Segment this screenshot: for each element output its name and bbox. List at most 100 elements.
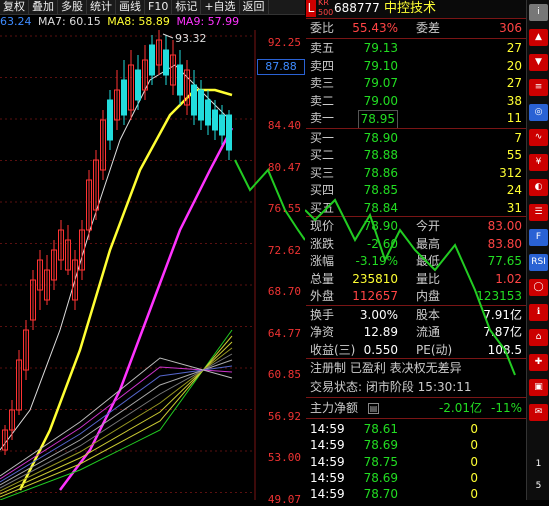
quote-value-2: 1.02 [495, 271, 522, 286]
ma-white-line [0, 64, 231, 451]
badge-500: 500 [318, 8, 334, 17]
candle-body [198, 89, 204, 121]
tick-row: 14:59 78.69 0 [306, 437, 526, 454]
tick-row: 14:59 78.75 0 [306, 454, 526, 471]
fund-row: 净资 12.89 流通 7.87亿 [306, 324, 526, 341]
bid-label: 买一 [310, 131, 335, 145]
fund-row: 换手 3.00% 股本 7.91亿 [306, 307, 526, 324]
quote-row: 外盘 112657 内盘 123153 [306, 288, 526, 305]
sidebar-number[interactable]: 1 [529, 456, 548, 473]
info-icon[interactable]: ℹ [529, 304, 548, 321]
fund-value: 0.550 [363, 342, 398, 357]
toolbar-stats-button[interactable]: 统计 [87, 0, 116, 14]
candle-body [149, 44, 155, 76]
main-flow-label: 主力净额 [310, 401, 359, 415]
ask-row: 卖四 79.10 20 [306, 58, 526, 75]
ask-price: 79.13 [363, 41, 398, 55]
price-tick-label: 64.77 [267, 326, 301, 340]
nav-down-icon[interactable]: ▼ [529, 54, 548, 71]
toolbar-fuquan-button[interactable]: 复权 [0, 0, 29, 14]
mail-icon[interactable]: ✉ [529, 404, 548, 421]
quote-label: 涨跌 [310, 236, 335, 251]
main-flow-value: -2.01亿 [438, 401, 482, 415]
stock-name: 中控技术 [384, 1, 437, 16]
bid-row: 买五 78.84 31 [306, 200, 526, 217]
tick-price: 78.61 [363, 422, 398, 436]
bid-volume: 31 [506, 200, 522, 215]
quote-row: 现价 78.90 今开 83.00 [306, 218, 526, 235]
bid-row: 买四 78.85 24 [306, 182, 526, 199]
price-tick-label: 72.62 [267, 243, 301, 257]
quote-value-2: 77.65 [487, 254, 522, 269]
i-icon[interactable]: i [529, 4, 548, 21]
sidebar-number[interactable]: 5 [529, 478, 548, 495]
square-icon[interactable]: ▣ [529, 379, 548, 396]
notice-row: 注册制 已盈利 表决权无差异 [306, 360, 526, 377]
price-tick-label: 76.55 [267, 202, 301, 215]
nav-up-icon[interactable]: ▲ [529, 29, 548, 46]
bid-row: 买二 78.88 55 [306, 147, 526, 164]
price-tick-label: 84.40 [267, 119, 301, 132]
fund-value: 12.89 [363, 325, 398, 340]
right-sidebar: i ▲ ▼ ≡ ◎ ∿ ¥ ◐ ☰ F RSI ◯ ℹ ⌂ ✚ ▣ ✉ 1 5 [526, 0, 549, 500]
money-icon[interactable]: ¥ [529, 154, 548, 171]
price-tick-label: 56.92 [267, 409, 301, 423]
ask-volume: 27 [506, 76, 522, 91]
tick-row: 14:59 78.69 0 [306, 470, 526, 487]
fund-value-2: 7.87亿 [483, 325, 522, 340]
bid-row: 买一 78.90 7 [306, 130, 526, 147]
toolbar-draw-button[interactable]: 画线 [116, 0, 145, 14]
quote-label-2: 今开 [416, 219, 441, 233]
main-flow-expand-icon[interactable]: ▤ [368, 403, 379, 414]
bid-price: 78.85 [363, 183, 398, 198]
bid-volume: 7 [514, 131, 522, 145]
toolbar-f10-button[interactable]: F10 [145, 0, 173, 14]
tick-volume: 0 [470, 438, 478, 453]
trade-status-text: 交易状态: 闭市阶段 15:30:11 [310, 380, 472, 394]
menu-icon[interactable]: ≡ [529, 79, 548, 96]
chart-icon[interactable]: ∿ [529, 129, 548, 146]
list-icon[interactable]: ☰ [529, 204, 548, 221]
tick-volume: 0 [470, 487, 478, 502]
tick-row: 14:59 78.61 0 [306, 421, 526, 438]
quote-value-2: 83.80 [487, 236, 522, 251]
fund-label-2: PE(动) [416, 342, 453, 357]
quote-value: 78.90 [363, 219, 398, 233]
rsi-icon[interactable]: RSI [529, 254, 548, 271]
tick-row: 14:59 78.70 0 [306, 486, 526, 503]
price-axis: 92.2588.3484.4080.4776.5572.6268.7064.77… [255, 0, 305, 506]
pin-icon[interactable]: ✚ [529, 354, 548, 371]
price-tick-label: 49.07 [267, 492, 301, 506]
bid-volume: 24 [506, 183, 522, 198]
macd-icon[interactable]: F [529, 229, 548, 246]
weicha-label: 委差 [416, 21, 441, 35]
bid-label: 买四 [310, 183, 335, 198]
quote-label: 总量 [310, 271, 335, 286]
ask-label: 卖二 [310, 93, 335, 108]
circle-icon[interactable]: ◯ [529, 279, 548, 296]
toolbar-multi-stock-button[interactable]: 多股 [58, 0, 87, 14]
candle-body [226, 114, 232, 151]
ma-fan-line [0, 365, 233, 483]
bookmark-icon[interactable]: ⌂ [529, 329, 548, 346]
price-tick-label: 92.25 [267, 36, 301, 49]
ask-price: 79.07 [363, 76, 398, 91]
fund-value-2: 7.91亿 [483, 308, 522, 322]
bid-price: 78.90 [363, 131, 398, 145]
bid-price: 78.88 [363, 148, 398, 163]
globe-icon[interactable]: ◎ [529, 104, 548, 121]
price-tick-label: 80.47 [267, 160, 301, 174]
quote-value: 235810 [352, 271, 398, 286]
toolbar-add-watchlist-button[interactable]: +自选 [201, 0, 240, 14]
tick-price: 78.69 [363, 470, 398, 485]
fund-row: 收益(三) 0.550 PE(动) 108.5 [306, 342, 526, 359]
compare-icon[interactable]: ◐ [529, 179, 548, 196]
toolbar-overlay-button[interactable]: 叠加 [29, 0, 58, 14]
candle-body [163, 49, 169, 76]
quote-row: 涨幅 -3.19% 最低 77.65 [306, 253, 526, 270]
toolbar-mark-button[interactable]: 标记 [172, 0, 202, 14]
ask-row: 卖二 79.00 38 [306, 93, 526, 110]
quote-label-2: 最低 [416, 254, 441, 269]
ma9-value: MA9: 57.99 [176, 15, 240, 28]
ask-row: 卖一 78.95 11 [306, 110, 526, 130]
